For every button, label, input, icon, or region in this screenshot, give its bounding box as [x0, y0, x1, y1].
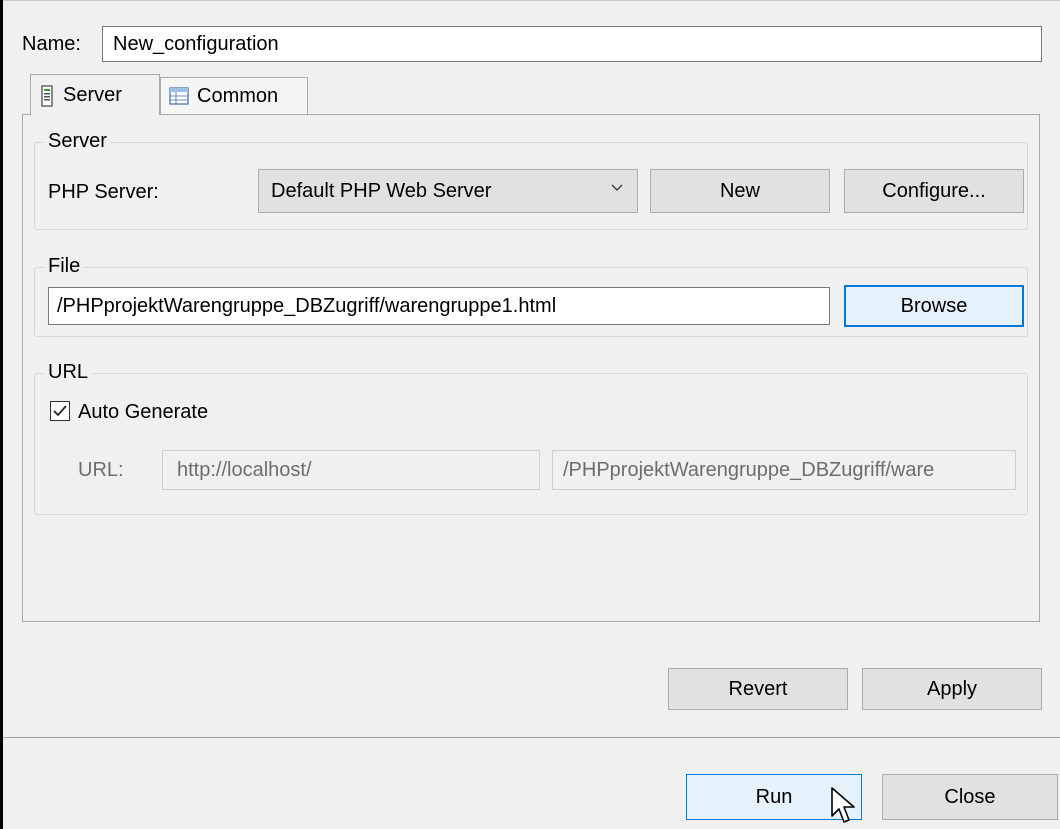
php-server-value: Default PHP Web Server	[271, 179, 492, 202]
url-host-input: http://localhost/	[162, 450, 540, 490]
server-icon	[39, 85, 55, 107]
tab-server-label: Server	[63, 83, 122, 106]
revert-button[interactable]: Revert	[668, 668, 848, 710]
server-group-title: Server	[44, 129, 111, 153]
php-server-select[interactable]: Default PHP Web Server	[258, 169, 638, 213]
auto-generate-label: Auto Generate	[78, 401, 209, 423]
new-server-button[interactable]: New	[650, 169, 830, 213]
browse-button[interactable]: Browse	[844, 285, 1024, 327]
php-server-label: PHP Server:	[48, 181, 159, 203]
file-group-title: File	[44, 254, 85, 278]
url-group	[34, 373, 1028, 515]
table-icon	[169, 87, 189, 105]
tab-common[interactable]: Common	[160, 77, 308, 114]
run-button-label: Run	[755, 785, 793, 808]
window-left-border	[0, 0, 3, 829]
tab-server[interactable]: Server	[30, 74, 160, 115]
file-path-input[interactable]: /PHPprojektWarengruppe_DBZugriff/warengr…	[48, 287, 830, 325]
dialog-separator	[3, 737, 1060, 738]
url-label: URL:	[78, 459, 124, 481]
url-group-title: URL	[44, 360, 93, 384]
auto-generate-checkbox[interactable]	[50, 401, 70, 421]
url-path-input: /PHPprojektWarengruppe_DBZugriff/ware	[552, 450, 1016, 490]
chevron-down-icon	[611, 184, 623, 191]
configure-server-button[interactable]: Configure...	[844, 169, 1024, 213]
checkmark-icon	[53, 405, 67, 417]
name-input[interactable]: New_configuration	[102, 26, 1042, 62]
mouse-pointer-icon	[831, 787, 855, 823]
window-top-border	[0, 0, 1060, 1]
tab-common-label: Common	[197, 84, 279, 107]
name-label: Name:	[22, 33, 81, 55]
apply-button[interactable]: Apply	[862, 668, 1042, 710]
close-button[interactable]: Close	[882, 774, 1058, 820]
